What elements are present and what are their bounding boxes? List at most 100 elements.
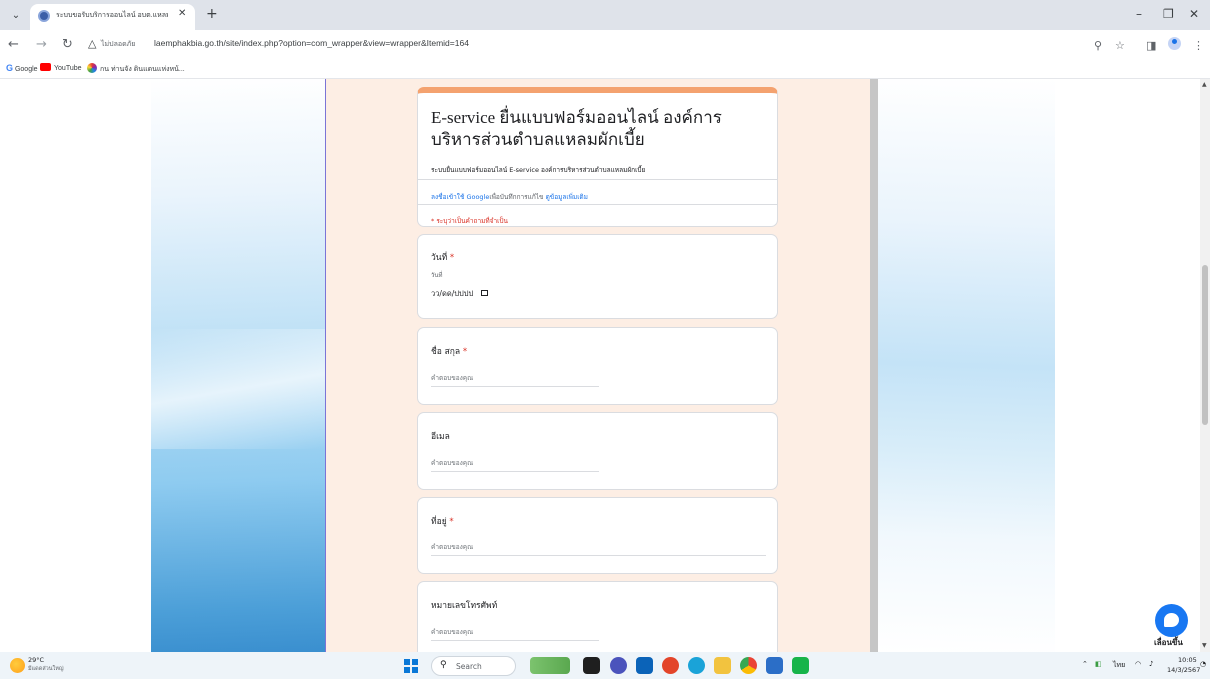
volume-icon[interactable]: ♪ — [1149, 660, 1153, 668]
close-window-icon[interactable]: ✕ — [1189, 7, 1199, 21]
phone-input[interactable]: คำตอบของคุณ — [431, 627, 599, 641]
windows-taskbar: 29°C มีแดดส่วนใหญ่ ⚲ Search ⌃ ◧ ไทย ◠ ♪ … — [0, 652, 1210, 679]
bookmark-star-icon[interactable]: ☆ — [1115, 39, 1125, 52]
site-icon — [87, 63, 97, 73]
scroll-down-icon[interactable]: ▼ — [1202, 642, 1207, 649]
bookmark-google[interactable]: G Google — [6, 63, 38, 73]
date-input[interactable]: วว/ดด/ปปปป — [431, 288, 489, 300]
youtube-icon — [40, 63, 51, 71]
firefox-icon[interactable] — [662, 657, 679, 674]
address-input[interactable]: คำตอบของคุณ — [431, 542, 766, 556]
back-icon[interactable]: ← — [8, 37, 19, 52]
store-icon[interactable] — [636, 657, 653, 674]
required-star: * — [449, 253, 455, 263]
bookmark-label: กน ท่านจัง ดินแดนแห่งหน้... — [100, 66, 185, 73]
search-icon: ⚲ — [440, 660, 447, 670]
not-secure-label[interactable]: ไม่ปลอดภัย — [101, 39, 135, 50]
divider — [418, 179, 777, 180]
weather-temperature[interactable]: 29°C — [28, 656, 44, 664]
word-icon[interactable] — [766, 657, 783, 674]
browser-toolbar: ← → ↻ △ ไม่ปลอดภัย laemphakbia.go.th/sit… — [0, 30, 1210, 60]
search-placeholder: Search — [456, 662, 482, 671]
question-phone-card: หมายเลขโทรศัพท์ คำตอบของคุณ — [417, 581, 778, 652]
language-indicator[interactable]: ไทย — [1113, 660, 1125, 671]
divider — [418, 204, 777, 205]
chrome-icon[interactable] — [740, 657, 757, 674]
background-right-decor — [878, 79, 1055, 652]
wifi-icon[interactable]: ◠ — [1135, 660, 1141, 668]
question-label-text: วันที่ — [431, 253, 448, 263]
edge-icon[interactable] — [688, 657, 705, 674]
bookmarks-bar: G Google YouTube กน ท่านจัง ดินแดนแห่งหน… — [0, 60, 1210, 79]
file-explorer-icon[interactable] — [714, 657, 731, 674]
more-menu-icon[interactable]: ⋮ — [1193, 39, 1204, 52]
tray-chevron-icon[interactable]: ⌃ — [1082, 660, 1088, 668]
url-text[interactable]: laemphakbia.go.th/site/index.php?option=… — [154, 38, 469, 48]
reload-icon[interactable]: ↻ — [62, 37, 73, 52]
widget-landscape-icon[interactable] — [530, 657, 570, 674]
clock-date[interactable]: 14/3/2567 — [1167, 666, 1200, 674]
clock-time[interactable]: 10:05 — [1178, 656, 1197, 664]
google-icon: G — [6, 63, 14, 73]
profile-avatar[interactable] — [1168, 37, 1181, 50]
messenger-chat-icon[interactable] — [1155, 604, 1188, 637]
restore-icon[interactable]: ❐ — [1163, 7, 1174, 21]
active-tab[interactable]: ระบบขอรับบริการออนไลน์ อบต.แหลม ✕ — [30, 4, 195, 30]
side-panel-icon[interactable]: ◨ — [1146, 39, 1156, 52]
tab-strip: ⌄ ระบบขอรับบริการออนไลน์ อบต.แหลม ✕ + – … — [0, 0, 1210, 30]
chat-icon[interactable] — [610, 657, 627, 674]
question-address-card: ที่อยู่ * คำตอบของคุณ — [417, 497, 778, 574]
email-input[interactable]: คำตอบของคุณ — [431, 458, 599, 472]
question-label: ที่อยู่ * — [431, 514, 454, 528]
task-view-icon[interactable] — [583, 657, 600, 674]
calendar-icon[interactable] — [481, 290, 489, 296]
zoom-icon[interactable]: ⚲ — [1094, 39, 1102, 52]
form-header-card: E-service ยื่นแบบฟอร์มออนไลน์ องค์การบริ… — [417, 87, 778, 227]
signin-line: ลงชื่อเข้าใช้ Googleเพื่อบันทึกการแก้ไข … — [431, 192, 588, 202]
page-scrollbar[interactable]: ▲ ▼ — [1200, 79, 1210, 652]
line-app-icon[interactable] — [792, 657, 809, 674]
address-bar[interactable]: △ ไม่ปลอดภัย laemphakbia.go.th/site/inde… — [82, 36, 1112, 55]
forward-icon: → — [36, 37, 47, 52]
taskbar-search[interactable]: ⚲ Search — [431, 656, 516, 676]
signin-link[interactable]: ลงชื่อเข้าใช้ Google — [431, 193, 489, 201]
start-windows-icon[interactable] — [404, 659, 418, 673]
tab-title: ระบบขอรับบริการออนไลน์ อบต.แหลม — [56, 12, 168, 19]
tab-favicon-icon — [38, 10, 50, 22]
question-label: ชื่อ สกุล * — [431, 344, 467, 358]
bookmark-label: YouTube — [54, 65, 82, 72]
question-label-text: หมายเลขโทรศัพท์ — [431, 601, 498, 611]
minimize-icon[interactable]: – — [1136, 7, 1142, 21]
weather-description[interactable]: มีแดดส่วนใหญ่ — [28, 665, 64, 673]
bookmark-thai-site[interactable]: กน ท่านจัง ดินแดนแห่งหน้... — [87, 63, 185, 75]
tray-app-icon[interactable]: ◧ — [1095, 660, 1102, 668]
bookmark-youtube[interactable]: YouTube — [40, 63, 82, 72]
bookmark-label: Google — [14, 66, 38, 73]
new-tab-button[interactable]: + — [206, 6, 218, 22]
iframe-scrollbar[interactable] — [870, 79, 878, 652]
notification-icon[interactable]: ◔ — [1200, 660, 1206, 668]
messenger-label[interactable]: เลื่อนขึ้น — [1154, 636, 1183, 649]
tab-close-icon[interactable]: ✕ — [178, 8, 186, 19]
form-description: ระบบยื่นแบบฟอร์มออนไลน์ E-service องค์กา… — [431, 166, 646, 174]
scroll-up-icon[interactable]: ▲ — [1202, 81, 1207, 88]
required-note: * ระบุว่าเป็นคำถามที่จำเป็น — [431, 217, 508, 225]
warning-icon[interactable]: △ — [88, 37, 96, 50]
question-date-card: วันที่ * วันที่ วว/ดด/ปปปป — [417, 234, 778, 319]
required-star: * — [449, 517, 454, 527]
question-label: หมายเลขโทรศัพท์ — [431, 598, 497, 612]
date-placeholder: วว/ดด/ปปปป — [431, 289, 474, 298]
scrollbar-thumb[interactable] — [1202, 265, 1208, 425]
background-left-decor — [151, 79, 325, 652]
name-input[interactable]: คำตอบของคุณ — [431, 373, 599, 387]
form-title: E-service ยื่นแบบฟอร์มออนไลน์ องค์การบริ… — [431, 108, 722, 149]
question-email-card: อีเมล คำตอบของคุณ — [417, 412, 778, 490]
signin-text: เพื่อบันทึกการแก้ไข — [489, 193, 544, 201]
weather-sun-icon[interactable] — [10, 658, 25, 673]
required-star: * — [462, 347, 468, 357]
question-label-text: อีเมล — [431, 432, 450, 442]
tab-search-icon[interactable]: ⌄ — [8, 8, 24, 24]
question-label: วันที่ * — [431, 250, 454, 264]
question-sublabel: วันที่ — [431, 272, 443, 279]
learn-more-link[interactable]: ดูข้อมูลเพิ่มเติม — [546, 193, 588, 201]
